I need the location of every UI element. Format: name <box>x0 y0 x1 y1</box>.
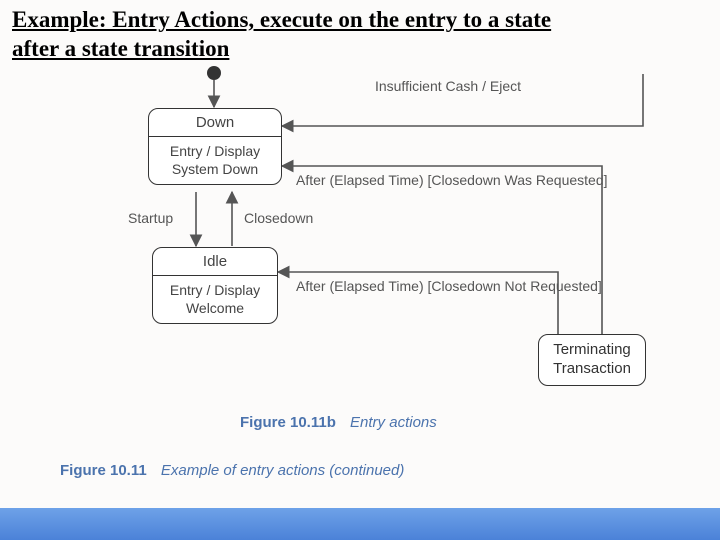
footer-bar <box>0 508 720 540</box>
state-terminating-name: Terminating Transaction <box>553 341 631 377</box>
figure-caption-b-label: Figure 10.11b <box>240 414 336 431</box>
figure-caption-main-label: Figure 10.11 <box>60 462 147 479</box>
state-idle-name: Idle <box>153 248 277 276</box>
state-idle: Idle Entry / Display Welcome <box>152 247 278 324</box>
figure-caption-main-text: Example of entry actions (continued) <box>161 462 404 479</box>
state-idle-entry: Entry / Display Welcome <box>153 276 277 323</box>
state-terminating: Terminating Transaction <box>538 334 646 386</box>
slide-title: Example: Entry Actions, execute on the e… <box>12 6 551 64</box>
state-down-entry: Entry / Display System Down <box>149 137 281 184</box>
state-down: Down Entry / Display System Down <box>148 108 282 185</box>
state-down-name: Down <box>149 109 281 137</box>
figure-caption-b-text: Entry actions <box>350 414 437 431</box>
label-insufficient-cash: Insufficient Cash / Eject <box>368 78 528 95</box>
label-startup: Startup <box>128 210 173 227</box>
slide-title-line1: Example: Entry Actions, execute on the e… <box>12 7 551 32</box>
figure-caption-b: Figure 10.11b Entry actions <box>240 414 437 431</box>
label-closedown: Closedown <box>244 210 313 227</box>
figure-caption-main: Figure 10.11 Example of entry actions (c… <box>60 462 404 479</box>
label-closedown-not-requested: After (Elapsed Time) [Closedown Not Requ… <box>296 278 616 295</box>
state-diagram: Down Entry / Display System Down Idle En… <box>0 62 720 482</box>
slide-title-line2: after a state transition <box>12 36 229 61</box>
label-closedown-was-requested: After (Elapsed Time) [Closedown Was Requ… <box>296 172 616 189</box>
